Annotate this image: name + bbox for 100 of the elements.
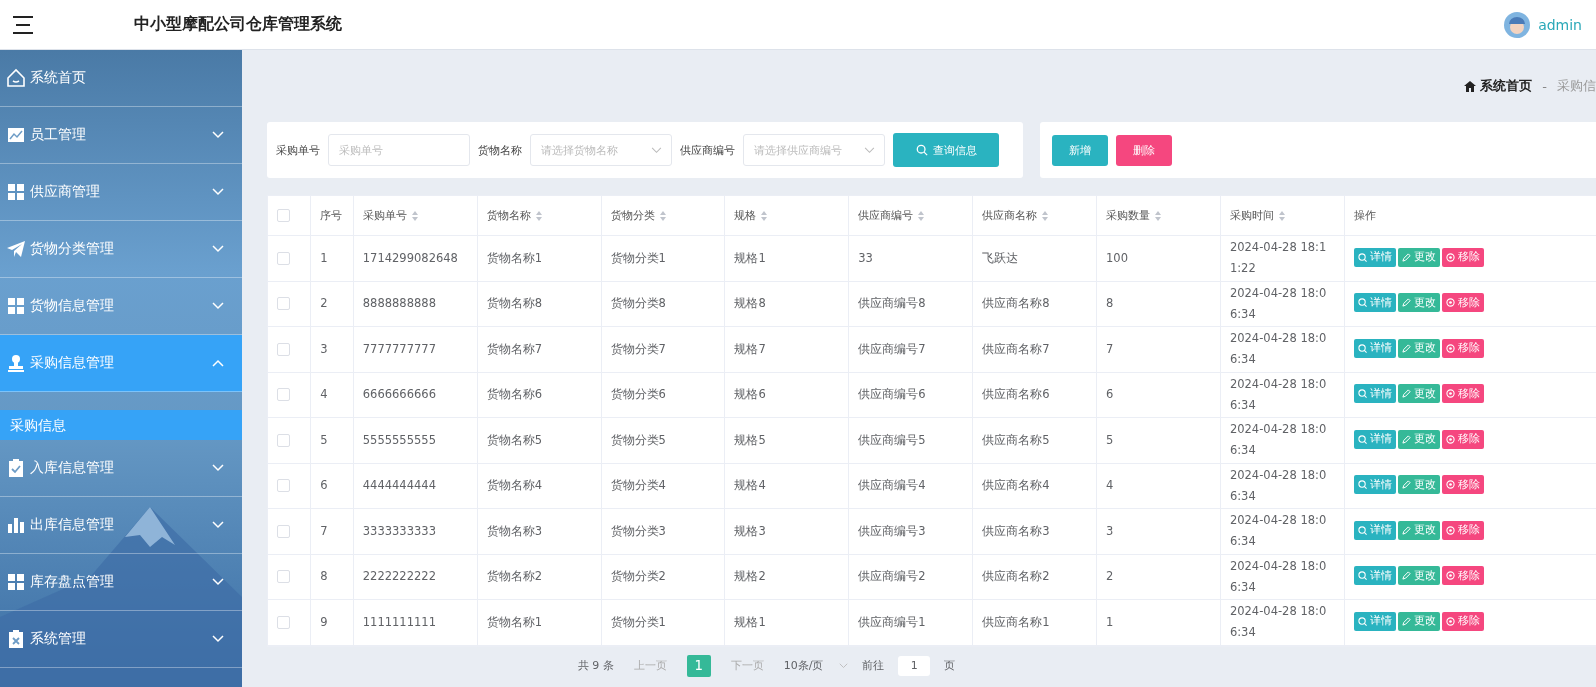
table-cell: 2 (1106, 569, 1114, 584)
column-header[interactable]: 操作 (1353, 209, 1376, 222)
table-cell: 供应商名称3 (982, 523, 1050, 538)
table-cell: 33 (858, 250, 873, 265)
edit-button[interactable]: 更改 (1397, 338, 1440, 358)
sort-icon[interactable] (1041, 210, 1050, 222)
avatar-icon[interactable] (1504, 11, 1531, 38)
sidebar-item[interactable]: 采购信息管理 (0, 335, 242, 392)
edit-button[interactable]: 更改 (1397, 247, 1440, 267)
details-button[interactable]: 详情 (1353, 293, 1396, 313)
remove-button[interactable]: 移除 (1441, 566, 1484, 586)
details-button[interactable]: 详情 (1353, 566, 1396, 586)
column-header[interactable]: 采购时间 (1229, 209, 1274, 222)
row-checkbox[interactable] (277, 479, 290, 493)
sidebar-item[interactable]: 系统首页 (0, 50, 242, 107)
column-header[interactable]: 供应商名称 (982, 209, 1038, 222)
sort-icon[interactable] (410, 210, 419, 222)
sort-icon[interactable] (760, 210, 769, 222)
row-checkbox[interactable] (277, 251, 290, 265)
submenu-item[interactable]: 采购信息 (0, 410, 242, 440)
edit-button[interactable]: 更改 (1397, 475, 1440, 495)
sort-icon[interactable] (658, 210, 667, 222)
sidebar-item[interactable]: 库存盘点管理 (0, 554, 242, 611)
sidebar-item[interactable]: 入库信息管理 (0, 440, 242, 497)
select-field[interactable]: 请选择货物名称 (530, 134, 672, 166)
pencil-icon (1401, 571, 1411, 581)
column-header[interactable]: 采购数量 (1106, 209, 1151, 222)
row-checkbox[interactable] (277, 615, 290, 629)
edit-button[interactable]: 更改 (1397, 384, 1440, 404)
table-cell: 货物名称5 (486, 432, 542, 447)
sort-icon[interactable] (917, 210, 926, 222)
edit-button[interactable]: 更改 (1397, 429, 1440, 449)
row-checkbox[interactable] (277, 297, 290, 311)
sidebar-item[interactable]: 系统管理 (0, 611, 242, 668)
sort-icon[interactable] (534, 210, 543, 222)
edit-button[interactable]: 更改 (1397, 293, 1440, 313)
details-button[interactable]: 详情 (1353, 611, 1396, 631)
remove-button[interactable]: 移除 (1441, 293, 1484, 313)
sidebar-item[interactable]: 员工管理 (0, 107, 242, 164)
grid-icon (6, 296, 26, 316)
details-button[interactable]: 详情 (1353, 520, 1396, 540)
edit-button[interactable]: 更改 (1397, 566, 1440, 586)
sort-icon[interactable] (1277, 210, 1286, 222)
delete-button[interactable]: 删除 (1116, 134, 1172, 166)
details-button[interactable]: 详情 (1353, 338, 1396, 358)
edit-button[interactable]: 更改 (1397, 611, 1440, 631)
table-cell: 供应商名称8 (982, 296, 1050, 311)
table-cell: 规格6 (734, 387, 766, 402)
sidebar-item[interactable]: 出库信息管理 (0, 497, 242, 554)
row-checkbox[interactable] (277, 433, 290, 447)
table-cell: 1 (1106, 614, 1114, 629)
table-cell: 5 (320, 432, 328, 447)
sort-icon[interactable] (1154, 210, 1163, 222)
search-button[interactable]: 查询信息 (893, 133, 999, 167)
table-cell: 2024-04-28 18:06:34 (1229, 513, 1327, 549)
remove-button[interactable]: 移除 (1441, 384, 1484, 404)
table-cell: 100 (1106, 250, 1128, 265)
row-checkbox[interactable] (277, 570, 290, 584)
page-input[interactable]: 1 (898, 655, 931, 676)
column-header[interactable]: 序号 (320, 209, 343, 222)
row-checkbox[interactable] (277, 388, 290, 402)
column-header[interactable]: 供应商编号 (858, 209, 914, 222)
breadcrumb-separator: - (1542, 78, 1547, 94)
select-all-checkbox[interactable] (277, 209, 290, 223)
row-checkbox[interactable] (277, 524, 290, 538)
column-header[interactable]: 规格 (734, 209, 757, 222)
column-header[interactable]: 货物名称 (486, 209, 531, 222)
pencil-icon (1401, 525, 1411, 535)
remove-button[interactable]: 移除 (1441, 429, 1484, 449)
table-cell: 供应商编号8 (858, 296, 926, 311)
page-number[interactable]: 1 (686, 654, 711, 677)
table-cell: 供应商编号5 (858, 432, 926, 447)
remove-button[interactable]: 移除 (1441, 247, 1484, 267)
search-icon (1357, 434, 1367, 444)
sidebar-item[interactable]: 供应商管理 (0, 164, 242, 221)
table-cell: 供应商名称1 (982, 614, 1050, 629)
breadcrumb-link[interactable]: 系统首页 (1480, 77, 1533, 95)
remove-button[interactable]: 移除 (1441, 475, 1484, 495)
table-cell: 货物分类4 (610, 478, 666, 493)
table-cell: 供应商编号3 (858, 523, 926, 538)
edit-button[interactable]: 更改 (1397, 520, 1440, 540)
remove-button[interactable]: 移除 (1441, 338, 1484, 358)
details-button[interactable]: 详情 (1353, 247, 1396, 267)
table-cell: 7 (1106, 341, 1114, 356)
table-cell: 货物名称3 (486, 523, 542, 538)
column-header[interactable]: 采购单号 (362, 209, 407, 222)
remove-button[interactable]: 移除 (1441, 611, 1484, 631)
total-count: 共 9 条 (577, 658, 614, 673)
details-button[interactable]: 详情 (1353, 429, 1396, 449)
row-checkbox[interactable] (277, 342, 290, 356)
details-button[interactable]: 详情 (1353, 475, 1396, 495)
menu-icon[interactable] (12, 15, 34, 34)
column-header[interactable]: 货物分类 (610, 209, 655, 222)
remove-button[interactable]: 移除 (1441, 520, 1484, 540)
user-name[interactable]: admin (1538, 16, 1582, 33)
table-cell: 9 (320, 614, 328, 629)
sidebar-item[interactable]: 货物分类管理 (0, 221, 242, 278)
page-size-select[interactable]: 10条/页 (783, 658, 849, 673)
details-button[interactable]: 详情 (1353, 384, 1396, 404)
add-button[interactable]: 新增 (1052, 134, 1108, 166)
